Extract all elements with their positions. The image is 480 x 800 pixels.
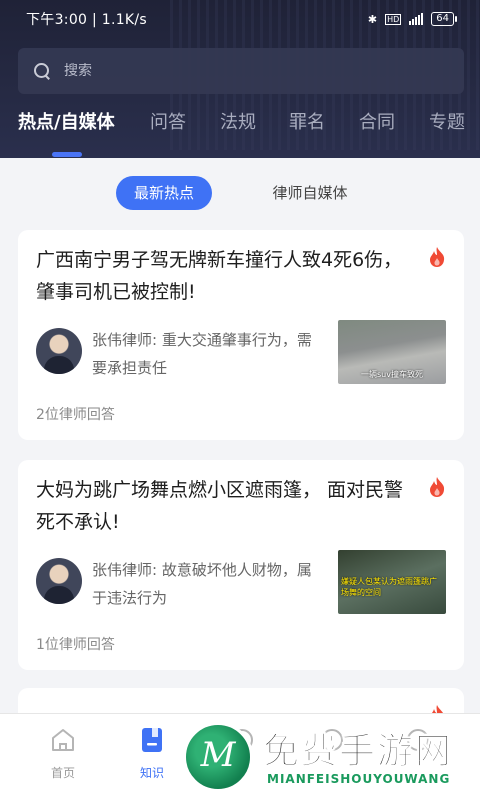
post-thumbnail[interactable]: 嫌疑人包某认为遮雨篷跳广场舞的空间 <box>338 550 446 614</box>
knowledge-icon <box>142 728 162 752</box>
lawyer-avatar[interactable] <box>36 328 82 374</box>
battery-icon: 64 <box>431 12 457 26</box>
thumbnail-caption: 一辆suv撞车致死 <box>361 370 423 379</box>
answer-count: 1位律师回答 <box>36 637 115 653</box>
tab-topics[interactable]: 专题 <box>429 108 465 134</box>
nav-knowledge-label: 知识 <box>139 766 164 780</box>
watermark-logo: M <box>183 722 253 792</box>
active-tab-indicator <box>52 152 82 157</box>
status-icons: ✱ HD 64 <box>367 12 457 26</box>
home-icon <box>52 729 74 751</box>
post-title: 广西南宁男子驾无牌新车撞行人致4死6伤， 肇事司机已被控制! <box>36 249 403 303</box>
watermark-subtext: MIANFEISHOUYOUWANG <box>267 772 451 786</box>
content-area: 最新热点 律师自媒体 广西南宁男子驾无牌新车撞行人致4死6伤， 肇事司机已被控制… <box>0 158 480 713</box>
thumbnail-caption: 嫌疑人包某认为遮雨篷跳广场舞的空间 <box>341 577 437 597</box>
segment-latest-hot[interactable]: 最新热点 <box>116 176 212 210</box>
lawyer-answer: 张伟律师: 故意破坏他人财物，属于违法行为 <box>92 561 312 607</box>
nav-home-label: 首页 <box>50 766 75 780</box>
search-icon <box>34 63 50 79</box>
header: 下午3:00 | 1.1K/s ✱ HD 64 热点/自媒体 问答 法规 罪名 … <box>0 0 480 158</box>
post-card[interactable]: 大妈为跳广场舞点燃小区遮雨篷， 面对民警死不承认! 张伟律师: 故意破坏他人财物… <box>18 460 464 670</box>
search-bar[interactable] <box>18 48 464 94</box>
lawyer-avatar[interactable] <box>36 558 82 604</box>
post-card[interactable] <box>18 688 464 713</box>
nav-home[interactable]: 首页 <box>33 726 93 781</box>
nav-knowledge[interactable]: 知识 <box>122 726 182 781</box>
category-tabs: 热点/自媒体 问答 法规 罪名 合同 专题 <box>0 108 480 158</box>
lawyer-answer: 张伟律师: 重大交通肇事行为，需要承担责任 <box>92 331 312 377</box>
post-title: 大妈为跳广场舞点燃小区遮雨篷， 面对民警死不承认! <box>36 479 404 533</box>
fire-icon <box>430 247 445 267</box>
tab-qa[interactable]: 问答 <box>150 108 186 134</box>
status-bar: 下午3:00 | 1.1K/s ✱ HD 64 <box>0 0 480 38</box>
tab-laws[interactable]: 法规 <box>220 108 256 134</box>
signal-icon <box>409 13 424 25</box>
tab-hot-media[interactable]: 热点/自媒体 <box>18 108 115 134</box>
post-card[interactable]: 广西南宁男子驾无牌新车撞行人致4死6伤， 肇事司机已被控制! 张伟律师: 重大交… <box>18 230 464 440</box>
fire-icon <box>430 477 445 497</box>
post-thumbnail[interactable]: 一辆suv撞车致死 <box>338 320 446 384</box>
segment-control: 最新热点 律师自媒体 <box>0 176 480 212</box>
fire-icon <box>431 705 443 713</box>
watermark: M 免费手游网 MIANFEISHOUYOUWANG <box>183 718 480 798</box>
tab-contracts[interactable]: 合同 <box>359 108 395 134</box>
answer-count: 2位律师回答 <box>36 407 115 423</box>
tab-crimes[interactable]: 罪名 <box>289 108 325 134</box>
segment-lawyer-media[interactable]: 律师自媒体 <box>260 176 360 210</box>
watermark-text: 免费手游网 <box>262 731 454 773</box>
status-time: 下午3:00 | 1.1K/s <box>26 12 148 28</box>
bluetooth-icon: ✱ <box>367 12 378 26</box>
search-input[interactable] <box>64 63 424 79</box>
hd-icon: HD <box>385 13 402 25</box>
